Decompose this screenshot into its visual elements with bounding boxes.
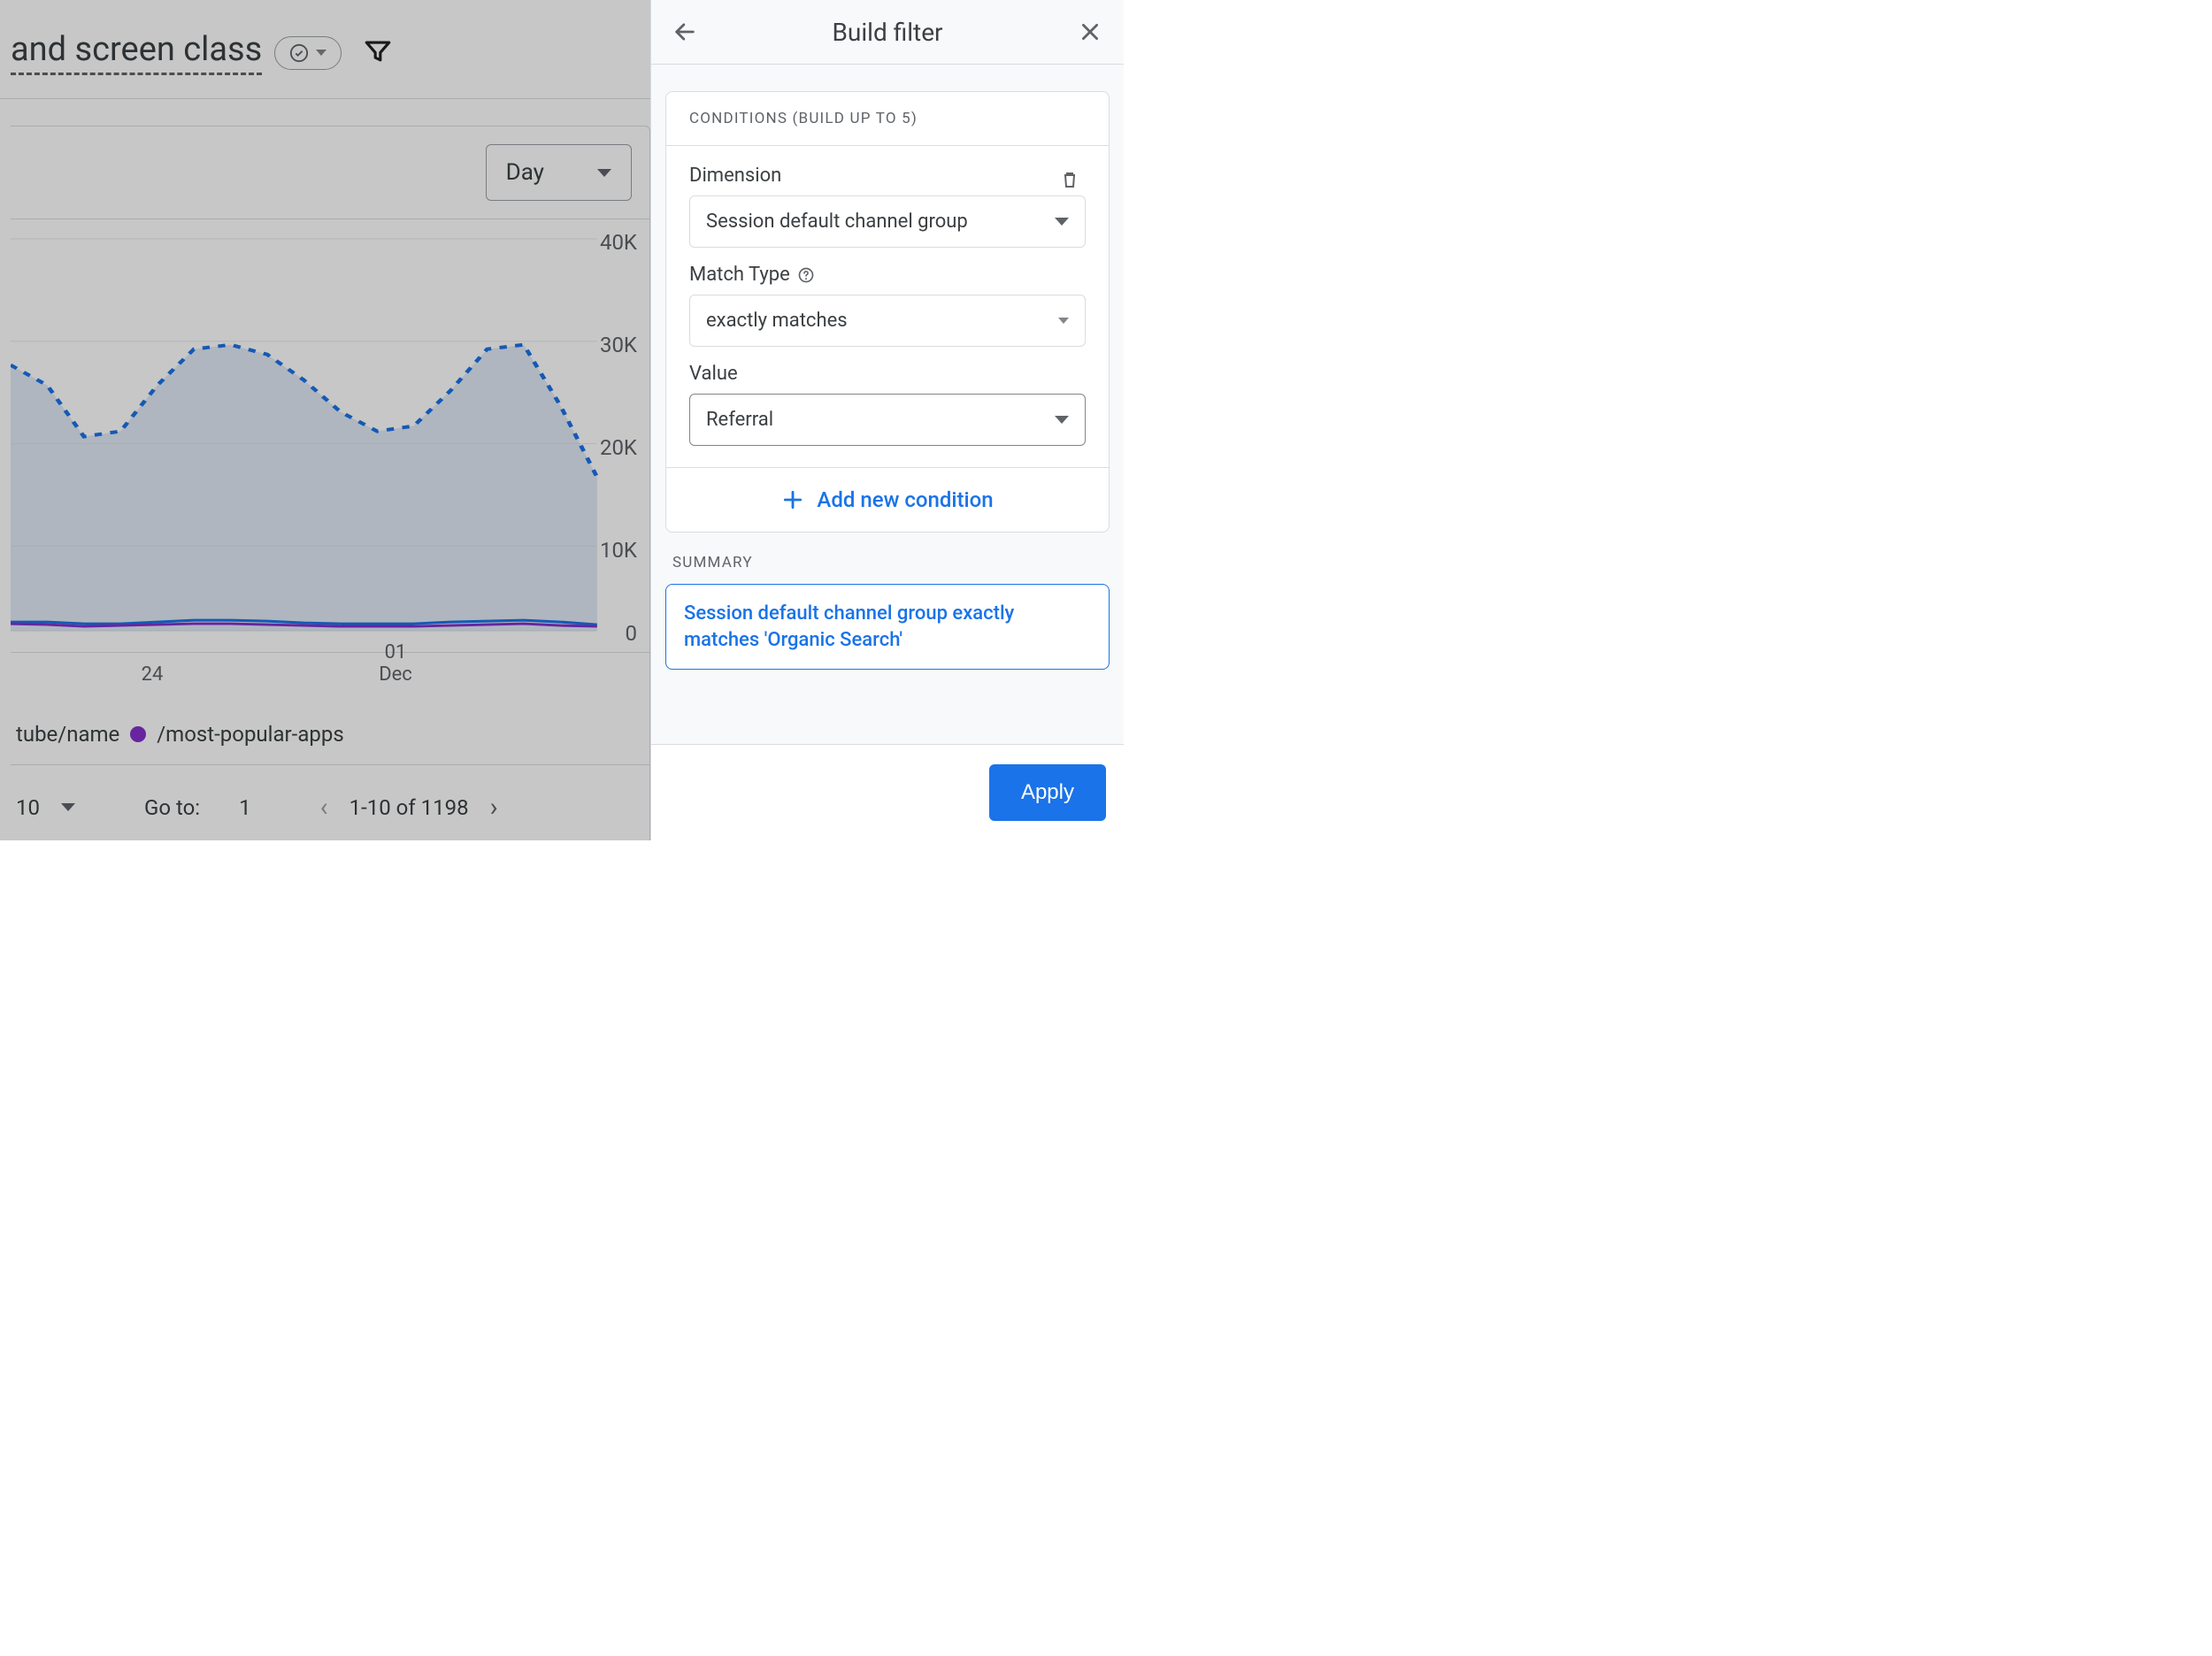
chevron-down-icon xyxy=(61,803,75,811)
chevron-down-icon xyxy=(1055,416,1069,424)
page-size-value[interactable]: 10 xyxy=(16,795,40,820)
conditions-card: CONDITIONS (BUILD UP TO 5) Dimension Ses… xyxy=(665,91,1110,533)
granularity-select[interactable]: Day xyxy=(486,144,632,201)
match-type-value: exactly matches xyxy=(706,310,848,332)
value-select[interactable]: Referral xyxy=(689,394,1086,446)
value-value: Referral xyxy=(706,409,773,431)
chevron-down-icon xyxy=(597,169,611,177)
dimension-select[interactable]: Session default channel group xyxy=(689,196,1086,248)
close-icon xyxy=(1079,20,1102,43)
add-condition-label: Add new condition xyxy=(817,487,993,512)
build-filter-panel: Build filter CONDITIONS (BUILD UP TO 5) … xyxy=(650,0,1124,840)
table-pager: 10 Go to: 1 ‹ 1-10 of 1198 › xyxy=(11,765,649,840)
summary-text: Session default channel group exactly ma… xyxy=(684,602,1014,651)
chart-body: 40K 30K 20K 10K 0 24 01Dec xyxy=(11,219,649,653)
prev-page-icon[interactable]: ‹ xyxy=(320,792,328,823)
next-page-icon[interactable]: › xyxy=(490,792,498,823)
legend-item-text: /most-popular-apps xyxy=(157,722,343,747)
apply-button[interactable]: Apply xyxy=(989,764,1106,821)
chevron-down-icon xyxy=(316,50,326,56)
close-button[interactable] xyxy=(1074,16,1106,48)
title-status-pill[interactable] xyxy=(274,36,342,70)
legend-dot xyxy=(130,726,146,742)
chart-legend: tube/name /most-popular-apps xyxy=(11,688,649,765)
goto-label: Go to: xyxy=(144,795,200,820)
conditions-header: CONDITIONS (BUILD UP TO 5) xyxy=(666,92,1109,146)
value-label: Value xyxy=(689,363,1086,385)
chart-svg xyxy=(11,219,649,652)
legend-item-text: tube/name xyxy=(16,722,119,747)
arrow-left-icon xyxy=(672,19,697,44)
match-type-select[interactable]: exactly matches xyxy=(689,295,1086,347)
trash-icon xyxy=(1059,169,1080,190)
panel-header: Build filter xyxy=(651,0,1124,65)
match-type-label: Match Type xyxy=(689,264,1086,286)
delete-condition-button[interactable] xyxy=(1054,164,1086,196)
report-background: and screen class Day 40K 30K 20K xyxy=(0,0,650,840)
panel-footer: Apply xyxy=(651,744,1124,840)
chart-card: Day 40K 30K 20K 10K 0 24 01Dec xyxy=(11,126,650,840)
x-tick: 24 xyxy=(142,663,164,686)
dimension-value: Session default channel group xyxy=(706,211,968,233)
back-button[interactable] xyxy=(669,16,701,48)
add-condition-button[interactable]: Add new condition xyxy=(666,467,1109,532)
dimension-label: Dimension xyxy=(689,165,781,187)
granularity-label: Day xyxy=(506,159,544,186)
panel-title: Build filter xyxy=(701,18,1074,47)
page-range: 1-10 of 1198 xyxy=(349,795,469,820)
summary-label: SUMMARY xyxy=(672,554,1110,571)
report-title-bar: and screen class xyxy=(0,0,650,99)
condition-block: Dimension Session default channel group … xyxy=(666,146,1109,467)
filter-icon[interactable] xyxy=(363,36,393,70)
plus-icon xyxy=(781,488,804,511)
check-circle-icon xyxy=(289,43,309,63)
help-icon[interactable] xyxy=(797,266,815,284)
apply-label: Apply xyxy=(1021,780,1074,804)
chevron-down-icon xyxy=(1055,218,1069,226)
report-title-suffix: and screen class xyxy=(11,30,262,75)
chevron-down-icon xyxy=(1058,318,1069,324)
summary-chip[interactable]: Session default channel group exactly ma… xyxy=(665,584,1110,670)
goto-value[interactable]: 1 xyxy=(239,795,251,820)
